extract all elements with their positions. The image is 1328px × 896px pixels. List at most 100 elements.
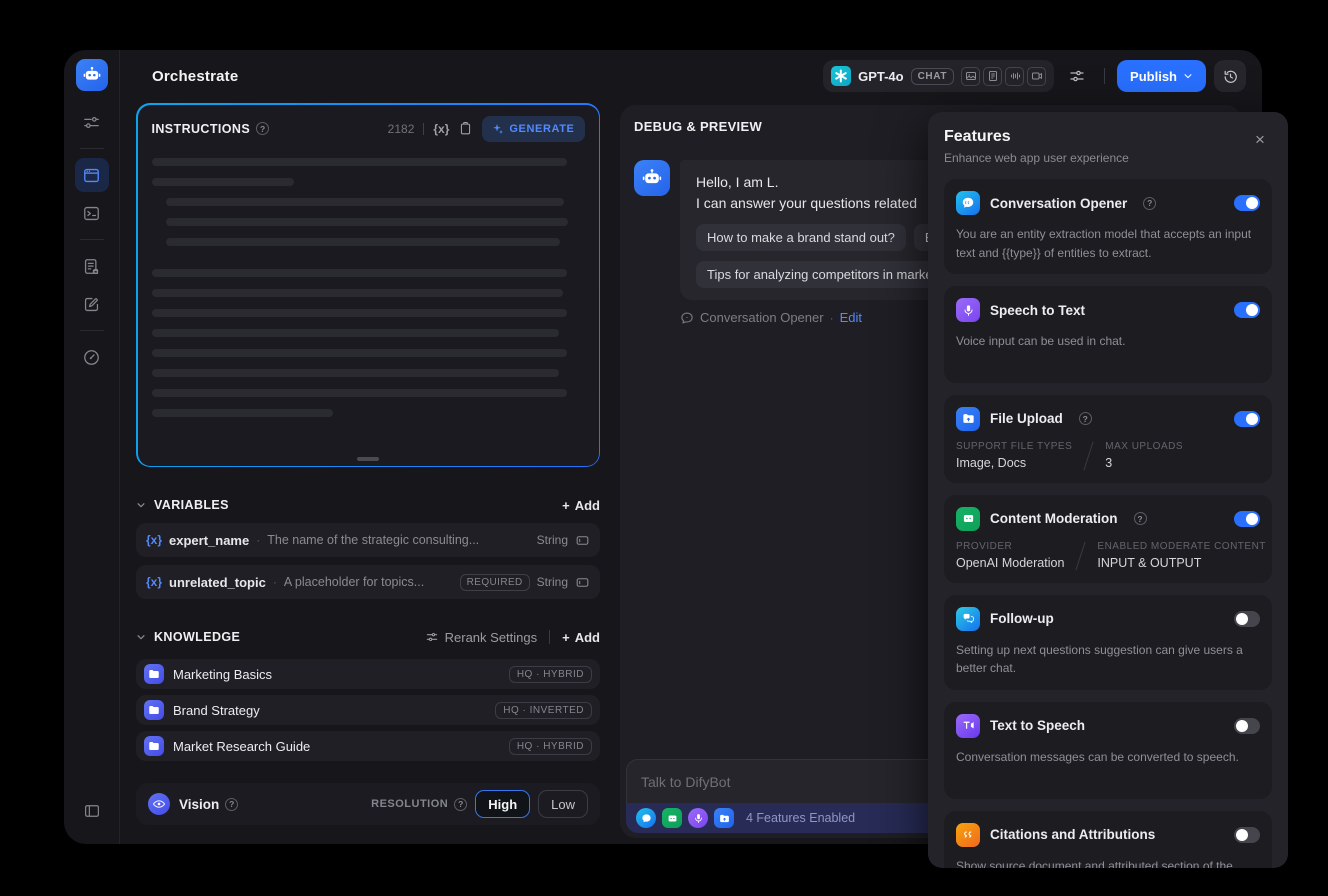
variable-name: unrelated_topic (169, 574, 266, 590)
features-panel-subtitle: Enhance web app user experience (944, 151, 1129, 165)
knowledge-folder-icon (144, 664, 164, 684)
nav-orchestrate-icon[interactable] (74, 158, 109, 192)
speech-to-text-mini-icon (688, 808, 708, 828)
knowledge-badge: HQ · HYBRID (508, 665, 592, 683)
help-icon[interactable]: ? (225, 797, 239, 811)
help-icon[interactable]: ? (1078, 412, 1092, 426)
resolution-high-button[interactable]: High (475, 790, 531, 818)
text-to-speech-toggle[interactable] (1234, 717, 1260, 734)
detail-value: OpenAI Moderation (956, 556, 1065, 571)
conversation-opener-toggle[interactable] (1234, 195, 1260, 211)
vision-card: Vision ? RESOLUTION ? High Low (136, 783, 600, 825)
variable-name: expert_name (169, 532, 250, 548)
knowledge-name: Brand Strategy (173, 702, 260, 718)
feature-title: Text to Speech (990, 718, 1086, 734)
nav-monitoring-icon[interactable] (75, 340, 109, 374)
resolution-label: RESOLUTION (371, 798, 449, 810)
citations-icon (956, 822, 980, 847)
help-icon[interactable]: ? (1143, 196, 1157, 210)
divider (423, 122, 425, 135)
input-type-icon (575, 575, 590, 590)
publish-button[interactable]: Publish (1117, 60, 1206, 92)
knowledge-row[interactable]: Market Research Guide HQ · HYBRID (136, 731, 600, 761)
input-type-icon (575, 533, 590, 548)
page-title: Orchestrate (152, 67, 239, 85)
nav-logs-icon[interactable] (75, 249, 109, 283)
add-variable-button[interactable]: + Add (562, 498, 600, 513)
openai-model-icon (831, 66, 852, 86)
detail-column: ENABLED MODERATE CONTENT INPUT & OUTPUT (1097, 541, 1266, 570)
config-column: INSTRUCTIONS ? 2182 {x} GENERATE VARIABL… (136, 103, 600, 825)
resize-handle[interactable] (357, 456, 379, 461)
help-icon[interactable]: ? (454, 797, 468, 811)
slash-divider (1075, 541, 1087, 571)
help-icon[interactable]: ? (1133, 512, 1147, 526)
features-enabled-count: 4 Features Enabled (746, 811, 856, 825)
app-logo-robot-icon[interactable] (75, 59, 108, 91)
detail-column: PROVIDER OpenAI Moderation (956, 541, 1064, 570)
version-history-button[interactable] (1214, 60, 1246, 92)
copy-icon[interactable] (458, 121, 473, 136)
speech-to-text-toggle[interactable] (1234, 302, 1260, 319)
feature-title: Follow-up (990, 611, 1054, 627)
knowledge-row[interactable]: Brand Strategy HQ · INVERTED (136, 695, 600, 725)
model-name: GPT-4o (858, 68, 904, 84)
variable-row[interactable]: {x} unrelated_topic · A placeholder for … (136, 565, 600, 599)
file-upload-toggle[interactable] (1234, 410, 1260, 427)
variables-title: VARIABLES (154, 498, 229, 512)
collapse-sidebar-icon[interactable] (75, 794, 109, 828)
audio-capability-icon (1005, 66, 1025, 86)
chevron-down-icon[interactable] (136, 632, 146, 642)
chat-bubble-icon (681, 312, 693, 324)
model-settings-icon[interactable] (75, 105, 109, 139)
model-selector[interactable]: GPT-4o CHAT (823, 60, 1055, 92)
content-moderation-mini-icon (662, 808, 682, 828)
knowledge-title: KNOWLEDGE (154, 630, 241, 644)
dot-separator: · (256, 533, 261, 547)
nav-api-terminal-icon[interactable] (75, 196, 109, 230)
video-capability-icon (1027, 66, 1047, 86)
content-moderation-toggle[interactable] (1234, 510, 1260, 527)
feature-title: File Upload (990, 411, 1063, 427)
knowledge-header: KNOWLEDGE Rerank Settings + Add (136, 627, 600, 647)
feature-card-text-to-speech: Text to Speech Conversation messages can… (944, 701, 1272, 799)
speech-to-text-icon (956, 298, 980, 323)
close-icon[interactable]: × (1248, 128, 1272, 152)
vision-capability-icon (961, 66, 981, 86)
vision-title: Vision (179, 796, 220, 812)
required-badge: REQUIRED (459, 573, 530, 591)
variable-description: The name of the strategic consulting... (267, 533, 480, 547)
resolution-low-button[interactable]: Low (538, 790, 588, 818)
features-panel: Features × Enhance web app user experien… (928, 112, 1288, 868)
add-knowledge-button[interactable]: + Add (562, 630, 600, 645)
help-icon[interactable]: ? (256, 122, 270, 135)
icon-rail (64, 50, 120, 844)
feature-title: Conversation Opener (990, 195, 1128, 211)
edit-opener-link[interactable]: Edit (840, 310, 862, 325)
citations-toggle[interactable] (1234, 826, 1260, 843)
file-upload-mini-icon (714, 808, 734, 828)
knowledge-row[interactable]: Marketing Basics HQ · HYBRID (136, 659, 600, 689)
nav-annotations-icon[interactable] (75, 287, 109, 321)
history-icon (1224, 70, 1237, 83)
instructions-redacted-text[interactable] (151, 157, 585, 417)
insert-variable-icon[interactable]: {x} (433, 122, 449, 136)
feature-card-content-moderation: Content Moderation ? PROVIDER OpenAI Mod… (944, 494, 1272, 583)
features-panel-title: Features (944, 128, 1011, 145)
model-parameters-icon[interactable] (1062, 61, 1092, 91)
feature-card-citations: Citations and Attributions Show source d… (944, 810, 1272, 868)
feature-title: Speech to Text (990, 302, 1086, 318)
knowledge-name: Market Research Guide (173, 738, 311, 754)
variable-row[interactable]: {x} expert_name · The name of the strate… (136, 523, 600, 557)
follow-up-toggle[interactable] (1234, 610, 1260, 627)
suggestion-chip[interactable]: Tips for analyzing competitors in market (696, 261, 948, 288)
top-bar: Orchestrate GPT-4o CHAT Publish (120, 50, 1262, 102)
suggestion-chip[interactable]: How to make a brand stand out? (696, 224, 906, 251)
text-to-speech-icon (956, 713, 980, 738)
slash-divider (1083, 441, 1094, 471)
rerank-settings-button[interactable]: Rerank Settings (425, 630, 537, 645)
feature-title: Content Moderation (990, 511, 1118, 527)
generate-button[interactable]: GENERATE (482, 115, 585, 142)
feature-card-file-upload: File Upload ? SUPPORT FILE TYPES Image, … (944, 394, 1272, 483)
chevron-down-icon[interactable] (136, 500, 146, 510)
